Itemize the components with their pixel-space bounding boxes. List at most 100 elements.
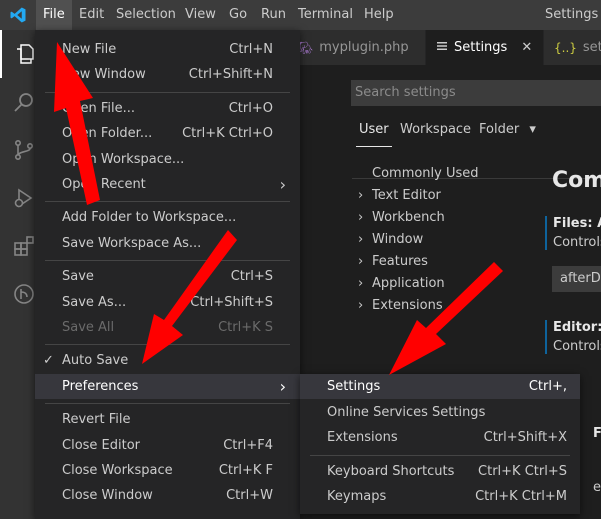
toc-item-label: Workbench [372,210,445,225]
menu-item-label: Open File... [62,100,136,116]
toc-item-label: Application [372,276,445,291]
chevron-down-icon: ▾ [529,122,536,137]
chevron-right-icon: › [358,298,364,313]
preferences-submenu: Settings Ctrl+, Online Services Settings Ex… [300,374,580,514]
scope-tab-folder[interactable]: Folder ▾ [479,122,536,144]
menu-item-shortcut: Ctrl+, [528,379,567,394]
tab-label: myplugin.php [319,40,409,55]
close-icon[interactable]: ✕ [521,40,532,55]
toc-item-label: Extensions [372,298,443,313]
setting-description: Controls [553,339,601,354]
menu-item-keyboard-shortcuts[interactable]: Keyboard Shortcuts Ctrl+K Ctrl+S [300,459,580,484]
menu-separator [45,201,290,203]
setting-description: Controls [553,235,601,250]
menu-item-preferences[interactable]: Preferences › [35,373,300,399]
menu-item-label: Close Window [62,488,153,504]
menubar-view[interactable]: View [178,0,223,30]
tab-settings-json[interactable]: {..} sett [544,30,601,65]
toc-item[interactable]: › Text Editor [358,185,441,207]
toc-item[interactable]: › Workbench [358,207,445,229]
chevron-right-icon: › [358,254,364,269]
menu-item-settings[interactable]: Settings Ctrl+, [300,374,580,399]
autosave-select[interactable]: afterDe [552,266,601,292]
chevron-right-icon: › [279,376,286,396]
menu-item-shortcut: Ctrl+F4 [223,437,273,453]
menu-item-save-all[interactable]: Save All Ctrl+K S [35,315,300,340]
menu-item-extensions[interactable]: Extensions Ctrl+Shift+X [300,425,580,450]
menubar-run[interactable]: Run [254,0,293,30]
menu-item-auto-save[interactable]: ✓ Auto Save [35,348,300,373]
menu-item-label: Open Workspace... [62,151,185,167]
menu-item-close-window[interactable]: Close Window Ctrl+W [35,483,300,508]
scope-tab-user[interactable]: User [359,122,389,144]
menu-item-open-recent[interactable]: Open Recent › [35,172,300,197]
menu-item-shortcut: Ctrl+W [226,488,273,504]
menu-item-label: New Window [62,67,146,83]
menu-item-label: Save [62,269,94,285]
menu-item-save-workspace-as[interactable]: Save Workspace As... [35,231,300,256]
menu-item-open-file[interactable]: Open File... Ctrl+O [35,96,300,121]
folder-label: Folder [479,122,520,137]
toc-item[interactable]: › Application [358,273,445,295]
menu-item-shortcut: Ctrl+S [230,269,273,285]
menubar-selection[interactable]: Selection [109,0,183,30]
setting-partial-title: F [593,426,601,441]
menubar-help[interactable]: Help [357,0,401,30]
menu-item-label: Auto Save [62,353,129,369]
menu-item-label: Open Recent [62,177,146,192]
menubar-go[interactable]: Go [222,0,254,30]
title-bar: File Edit Selection View Go Run Terminal Help S… [0,0,601,30]
menu-item-label: Save Workspace As... [62,235,202,251]
menu-separator [45,344,290,346]
settings-search-input[interactable]: Search settings [351,80,601,106]
toc-item[interactable]: › Window [358,229,423,251]
menu-item-close-editor[interactable]: Close Editor Ctrl+F4 [35,433,300,458]
setting-title: Files: Au [553,216,601,231]
menu-item-label: Online Services Settings [327,404,486,420]
menu-item-label: Save All [62,320,115,335]
menu-item-online-services-settings[interactable]: Online Services Settings [300,400,580,425]
menu-item-label: Keyboard Shortcuts [327,463,455,479]
menu-item-save-as[interactable]: Save As... Ctrl+Shift+S [35,290,300,315]
menu-item-keymaps[interactable]: Keymaps Ctrl+K Ctrl+M [300,484,580,509]
setting-title: Editor: F [553,320,601,335]
menu-item-label: Close Editor [62,437,141,453]
menu-item-shortcut: Ctrl+N [229,42,273,57]
menubar-terminal[interactable]: Terminal [291,0,360,30]
php-icon: 🐘︎ [298,40,314,55]
menubar-file[interactable]: File [36,0,72,30]
menu-item-label: Revert File [62,412,131,428]
menu-separator [45,91,290,93]
menu-item-new-file[interactable]: New File Ctrl+N [35,37,300,62]
toc-item[interactable]: › Features [358,251,428,273]
menu-item-label: Save As... [62,294,127,310]
toc-item[interactable]: › Extensions [358,295,443,317]
menu-item-label: Close Workspace [62,463,173,478]
menu-separator [45,260,290,262]
scope-tab-workspace[interactable]: Workspace [400,122,471,144]
chevron-right-icon: › [279,175,286,194]
settings-section-heading: Com [552,168,601,193]
menu-item-label: Keymaps [327,489,387,504]
scope-active-indicator [356,146,392,147]
menu-item-new-window[interactable]: New Window Ctrl+Shift+N [35,62,300,87]
menu-item-add-folder-to-workspace[interactable]: Add Folder to Workspace... [35,205,300,230]
menu-item-label: Extensions [327,430,398,445]
setting-partial-text: e [593,480,601,495]
chevron-right-icon: › [358,188,364,203]
menu-item-open-folder[interactable]: Open Folder... Ctrl+K Ctrl+O [35,121,300,146]
menu-item-save[interactable]: Save Ctrl+S [35,264,300,289]
menu-item-open-workspace[interactable]: Open Workspace... [35,147,300,172]
menu-item-shortcut: Ctrl+K Ctrl+S [478,463,567,479]
vscode-logo-icon [0,0,35,30]
menu-item-revert-file[interactable]: Revert File [35,407,300,432]
menu-item-shortcut: Ctrl+Shift+S [190,294,273,310]
menu-item-shortcut: Ctrl+Shift+X [483,430,567,445]
tab-myplugin[interactable]: 🐘︎ myplugin.php [288,30,426,65]
menubar-edit[interactable]: Edit [72,0,111,30]
tab-settings[interactable]: Settings ✕ [426,30,544,65]
toc-item[interactable]: Commonly Used [358,163,479,185]
menu-item-shortcut: Ctrl+K Ctrl+O [182,126,273,142]
menu-item-close-workspace[interactable]: Close Workspace Ctrl+K F [35,458,300,483]
json-icon: {..} [554,40,577,55]
